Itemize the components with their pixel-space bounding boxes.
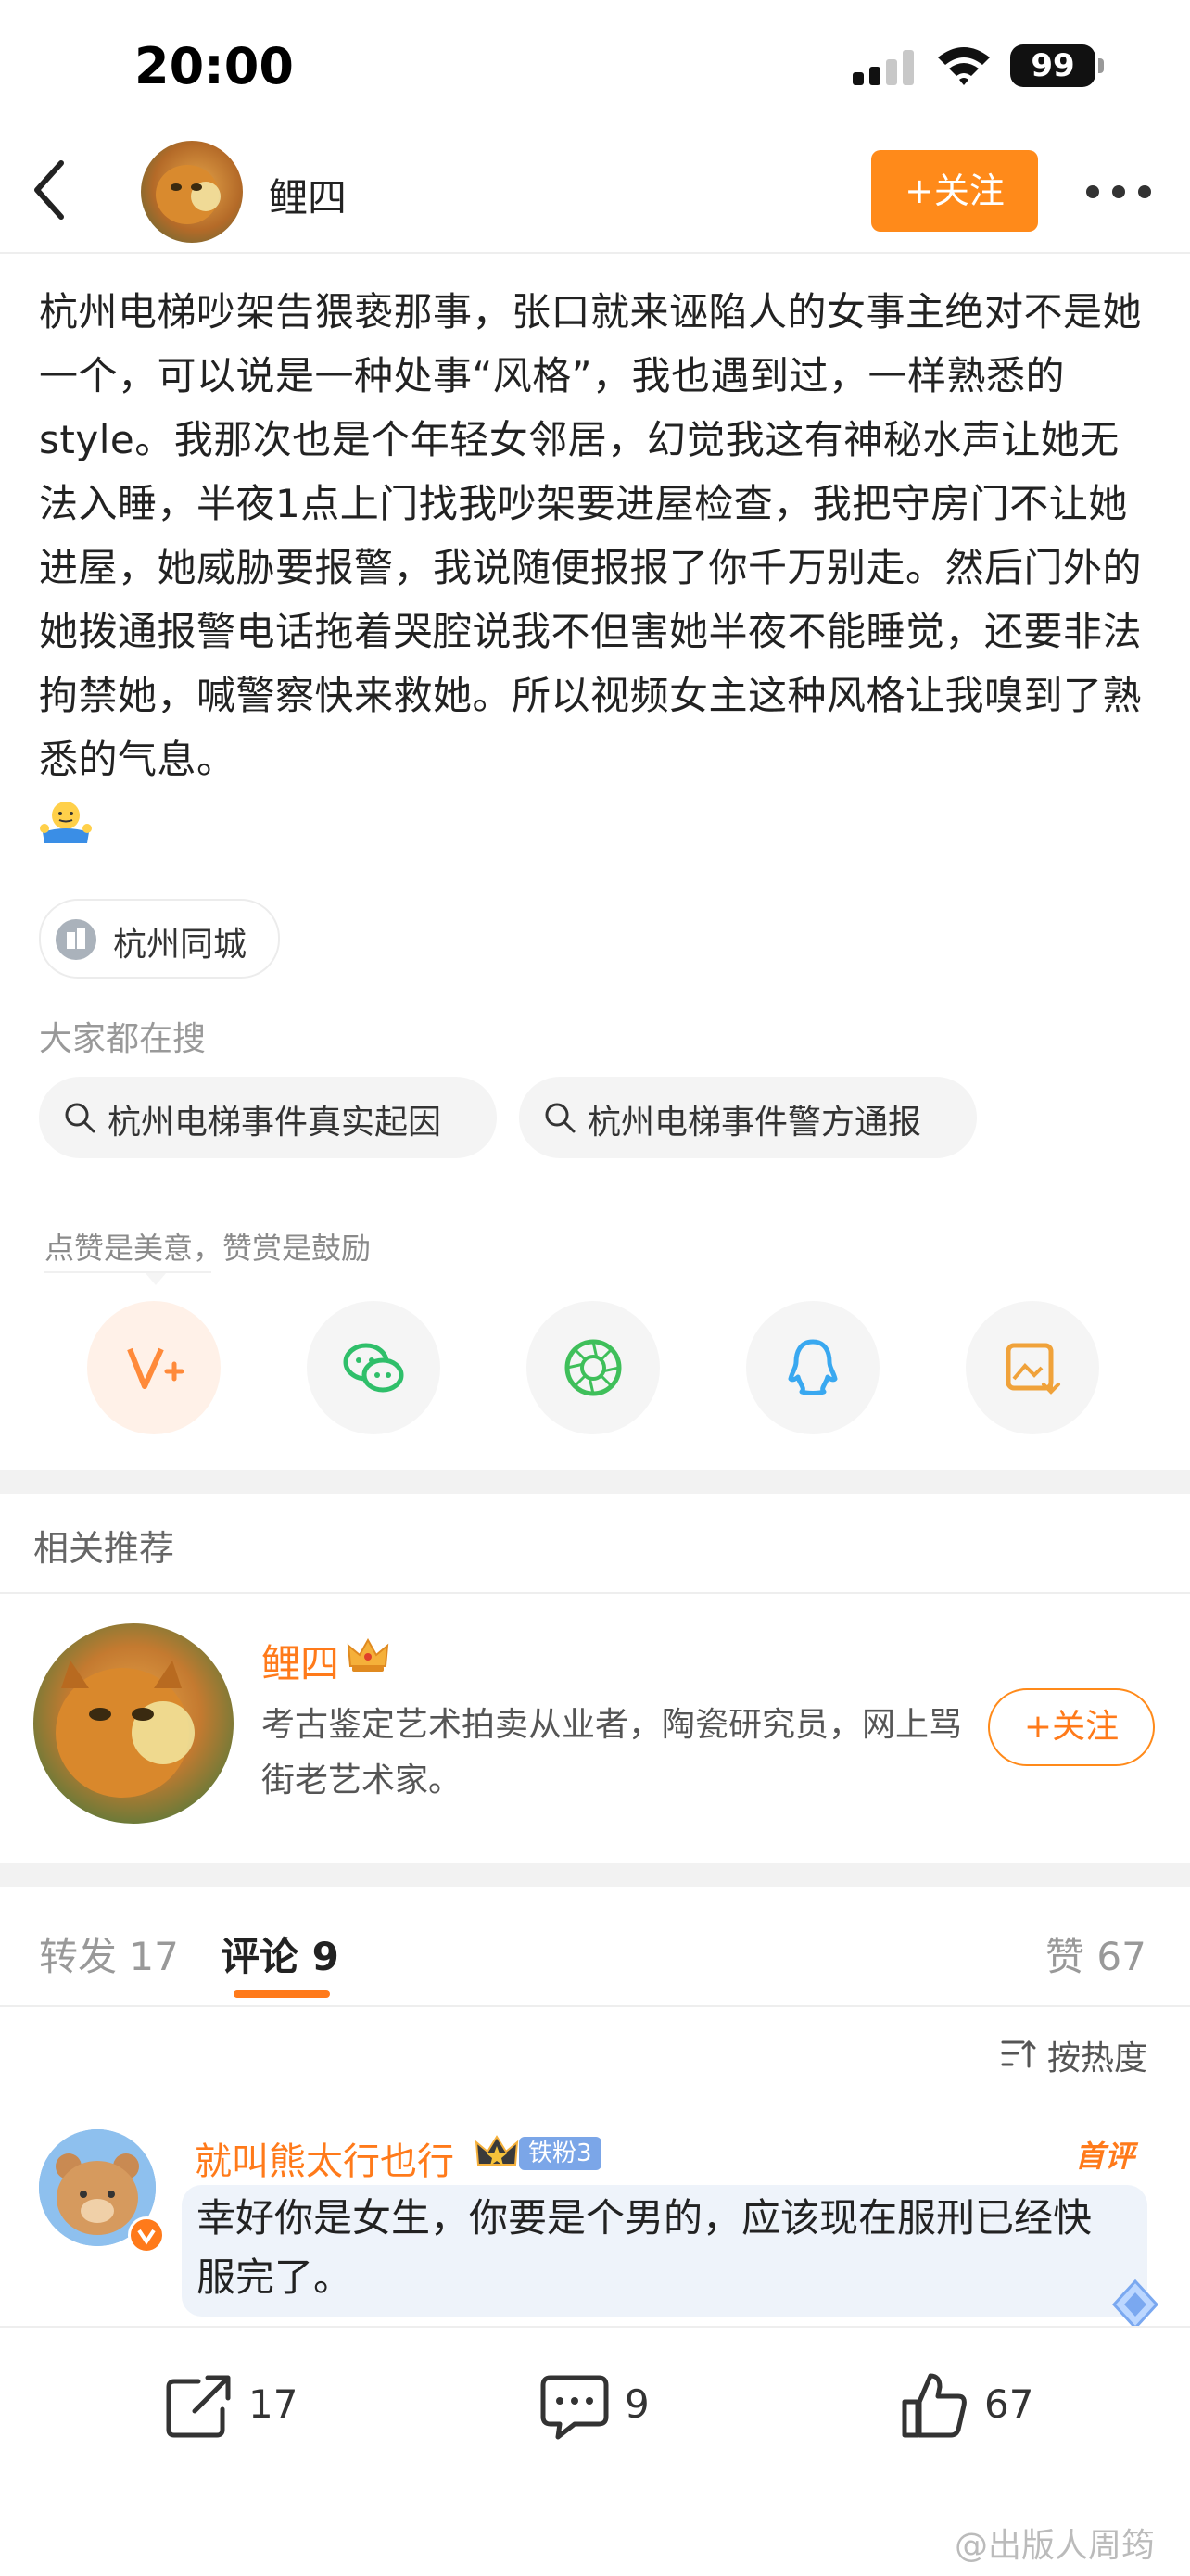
share-moments-button[interactable] (526, 1301, 660, 1434)
status-time: 20:00 (134, 37, 294, 95)
hint-pointer-icon (146, 1273, 166, 1285)
fan-crown-icon (475, 2135, 519, 2166)
divider (0, 252, 1190, 254)
like-button[interactable]: 67 (897, 2365, 1064, 2448)
cat-portrait-icon (156, 165, 221, 224)
share-wechat-button[interactable] (307, 1301, 440, 1434)
save-image-button[interactable] (966, 1301, 1099, 1434)
recommended-name[interactable]: 鲤四 (261, 1633, 339, 1689)
trending-search-title: 大家都在搜 (39, 1020, 207, 1058)
wifi-icon (938, 47, 990, 85)
comment-button[interactable]: 9 (538, 2365, 704, 2448)
thumbs-up-icon (902, 2373, 967, 2438)
moments-icon (564, 1339, 622, 1396)
more-options-icon[interactable] (1086, 185, 1151, 198)
follow-button[interactable]: +关注 (871, 150, 1038, 232)
divider (0, 1592, 1190, 1594)
reward-hint: 点赞是美意，赞赏是鼓励 (44, 1231, 372, 1266)
search-suggestion-chip[interactable]: 杭州电梯事件警方通报 (519, 1077, 977, 1158)
qq-icon (788, 1339, 838, 1395)
active-tab-indicator (234, 1990, 330, 1998)
comment-icon (540, 2375, 609, 2440)
verified-badge-icon (128, 2216, 165, 2254)
commenter-name[interactable]: 就叫熊太行也行 (195, 2131, 454, 2185)
shrug-emoji-icon (40, 802, 92, 843)
diamond-decoration-icon (1111, 2279, 1159, 2330)
like-count: 67 (984, 2381, 1034, 2427)
topic-chip[interactable]: 杭州同城 (39, 899, 280, 979)
sort-icon[interactable] (1001, 2039, 1036, 2070)
crown-icon (347, 1637, 389, 1672)
sort-by-hot[interactable]: 按热度 (1047, 2031, 1147, 2079)
back-arrow-icon[interactable] (28, 158, 72, 222)
city-topic-icon (56, 919, 96, 960)
save-image-icon (1006, 1343, 1060, 1395)
tab-likes[interactable]: 赞 67 (1045, 1926, 1146, 1982)
author-avatar[interactable] (141, 141, 243, 243)
recommended-avatar[interactable] (33, 1623, 234, 1824)
share-arrow-icon (166, 2375, 231, 2438)
post-content: 杭州电梯吵架告猥亵那事，张口就来诬陷人的女事主绝对不是她一个，可以说是一种处事“… (39, 289, 1143, 782)
fan-level-badge: 铁粉3 (519, 2137, 601, 2170)
recommended-follow-button[interactable]: +关注 (988, 1688, 1155, 1766)
cat-portrait-icon (56, 1661, 195, 1798)
search-suggestion-label: 杭州电梯事件真实起因 (108, 1104, 442, 1142)
battery-indicator: 99 (1010, 44, 1104, 87)
reward-button[interactable] (87, 1301, 221, 1434)
section-separator (0, 1863, 1190, 1887)
author-name[interactable]: 鲤四 (269, 167, 347, 223)
search-icon (545, 1103, 576, 1133)
divider (44, 1271, 211, 1273)
repost-button[interactable]: 17 (161, 2365, 328, 2448)
wechat-icon (343, 1343, 404, 1393)
recommended-description: 考古鉴定艺术拍卖从业者，陶瓷研究员，网上骂街老艺术家。 (261, 1706, 963, 1799)
search-suggestion-chip[interactable]: 杭州电梯事件真实起因 (39, 1077, 497, 1158)
tab-comments[interactable]: 评论 9 (221, 1926, 339, 1982)
tab-repost[interactable]: 转发 17 (39, 1926, 179, 1982)
cellular-signal-icon (853, 48, 918, 85)
divider (0, 2005, 1190, 2007)
repost-count: 17 (248, 2381, 298, 2427)
topic-label: 杭州同城 (113, 926, 247, 964)
watermark: @出版人周筠 (955, 2527, 1156, 2565)
comment-text: 幸好你是女生，你要是个男的，应该现在服刑已经快服完了。 (196, 2195, 1093, 2300)
section-separator (0, 1470, 1190, 1494)
comment-count: 9 (625, 2381, 650, 2427)
share-qq-button[interactable] (746, 1301, 880, 1434)
related-title: 相关推荐 (33, 1528, 175, 1569)
search-icon (65, 1103, 95, 1133)
vplus-icon (127, 1347, 184, 1389)
search-suggestion-label: 杭州电梯事件警方通报 (588, 1104, 922, 1142)
first-comment-badge: 首评 (1075, 2139, 1135, 2174)
